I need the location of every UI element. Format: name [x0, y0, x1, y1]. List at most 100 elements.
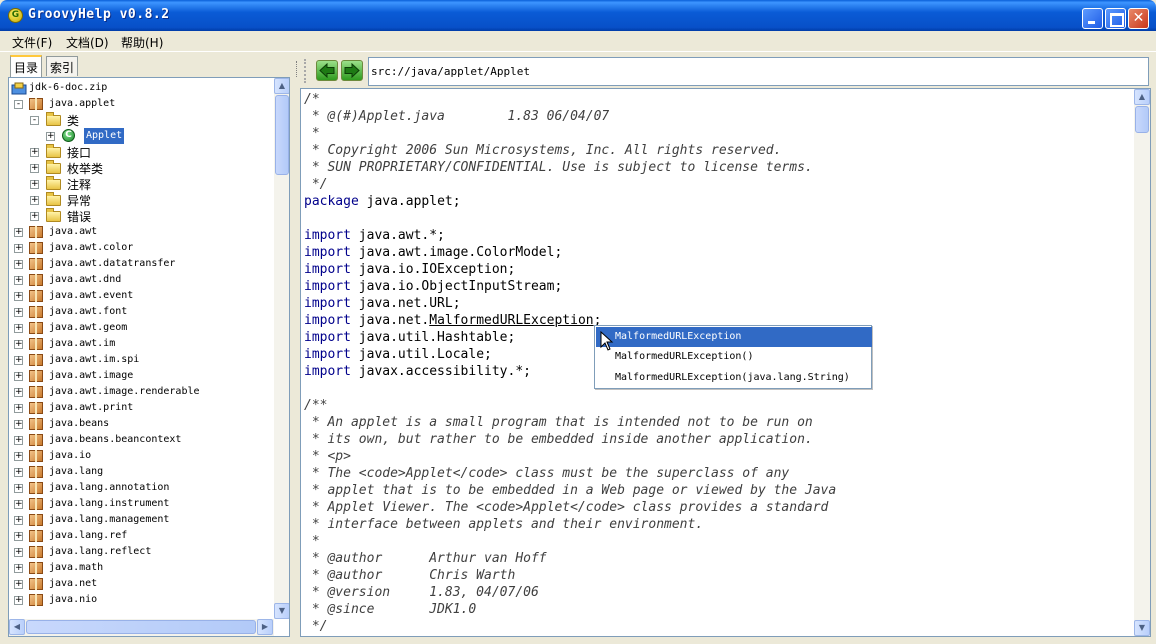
address-field[interactable]: src://java/applet/Applet: [368, 57, 1149, 86]
expand-icon[interactable]: +: [14, 532, 23, 541]
expand-icon[interactable]: +: [30, 148, 39, 157]
tree-package-java-applet[interactable]: - java.applet: [9, 96, 274, 112]
tree-vertical-scrollbar[interactable]: ▲ ▼: [274, 78, 289, 619]
expand-icon[interactable]: +: [46, 132, 55, 141]
expand-icon[interactable]: +: [14, 244, 23, 253]
scroll-left-button[interactable]: ◀: [9, 619, 25, 635]
tree-package[interactable]: + java.awt.dnd: [9, 272, 274, 288]
tree-package[interactable]: + java.awt.print: [9, 400, 274, 416]
expand-icon[interactable]: +: [14, 404, 23, 413]
tree-category[interactable]: + 接口: [9, 144, 274, 160]
expand-icon[interactable]: +: [14, 324, 23, 333]
tree-package[interactable]: + java.beans: [9, 416, 274, 432]
tree-package[interactable]: + java.lang.management: [9, 512, 274, 528]
tree-package[interactable]: + java.awt.geom: [9, 320, 274, 336]
back-button[interactable]: [316, 60, 338, 81]
title-bar[interactable]: G GroovyHelp v0.8.2 ✕: [0, 0, 1156, 31]
tree-package[interactable]: + java.beans.beancontext: [9, 432, 274, 448]
maximize-button[interactable]: [1105, 8, 1126, 29]
expand-icon[interactable]: +: [14, 356, 23, 365]
doc-tree[interactable]: jdk-6-doc.zip - java.applet - 类 + C Applet + 接口 + 枚…: [8, 77, 290, 637]
menu-document[interactable]: 文档(D): [66, 34, 109, 51]
tree-package[interactable]: + java.net: [9, 576, 274, 592]
tree-class-applet[interactable]: + C Applet: [9, 128, 274, 144]
tree-category[interactable]: -类: [9, 112, 274, 128]
tab-contents[interactable]: 目录: [10, 55, 43, 77]
tree-package[interactable]: + java.awt.image.renderable: [9, 384, 274, 400]
expand-icon[interactable]: +: [30, 164, 39, 173]
tree-package[interactable]: + java.math: [9, 560, 274, 576]
expand-icon[interactable]: +: [14, 340, 23, 349]
expand-icon[interactable]: +: [14, 276, 23, 285]
tree-package[interactable]: + java.awt.event: [9, 288, 274, 304]
tree-package[interactable]: + java.lang.annotation: [9, 480, 274, 496]
expand-icon[interactable]: +: [14, 548, 23, 557]
tree-package[interactable]: + java.awt.color: [9, 240, 274, 256]
tree-package[interactable]: + java.awt.im.spi: [9, 352, 274, 368]
tree-category[interactable]: + 注释: [9, 176, 274, 192]
collapse-icon[interactable]: -: [30, 116, 39, 125]
expand-icon[interactable]: +: [30, 212, 39, 221]
expand-icon[interactable]: +: [14, 452, 23, 461]
expand-icon[interactable]: +: [14, 580, 23, 589]
tree-category[interactable]: + 异常: [9, 192, 274, 208]
editor-scroll-up-button[interactable]: ▲: [1134, 89, 1150, 105]
menu-file[interactable]: 文件(F): [12, 34, 52, 51]
pane-splitter[interactable]: [296, 53, 299, 641]
tree-package[interactable]: + java.lang.instrument: [9, 496, 274, 512]
tree-package[interactable]: + java.awt: [9, 224, 274, 240]
expand-icon[interactable]: +: [14, 468, 23, 477]
completion-item[interactable]: MalformedURLException(): [596, 347, 872, 367]
code-keyword: import: [304, 347, 351, 362]
tree-package[interactable]: + java.awt.font: [9, 304, 274, 320]
expand-icon[interactable]: +: [14, 500, 23, 509]
expand-icon[interactable]: +: [14, 372, 23, 381]
expand-icon[interactable]: +: [30, 180, 39, 189]
expand-icon[interactable]: +: [14, 388, 23, 397]
code-link[interactable]: MalformedURLException: [429, 313, 593, 328]
collapse-icon[interactable]: -: [14, 100, 23, 109]
code-line: *: [304, 533, 836, 550]
window-title: GroovyHelp v0.8.2: [28, 7, 170, 22]
tree-package[interactable]: + java.io: [9, 448, 274, 464]
expand-icon[interactable]: +: [14, 596, 23, 605]
scroll-thumb[interactable]: [275, 95, 289, 175]
completion-item[interactable]: MalformedURLException: [596, 327, 872, 347]
expand-icon[interactable]: +: [14, 420, 23, 429]
menu-help[interactable]: 帮助(H): [121, 34, 163, 51]
hscroll-thumb[interactable]: [26, 620, 256, 634]
tree-package[interactable]: + java.awt.datatransfer: [9, 256, 274, 272]
completion-item[interactable]: MalformedURLException(java.lang.String): [596, 368, 872, 388]
tree-package[interactable]: + java.lang.ref: [9, 528, 274, 544]
tree-package[interactable]: + java.awt.image: [9, 368, 274, 384]
tree-horizontal-scrollbar[interactable]: ◀ ▶: [9, 619, 274, 636]
expand-icon[interactable]: +: [14, 564, 23, 573]
expand-icon[interactable]: +: [30, 196, 39, 205]
expand-icon[interactable]: +: [14, 260, 23, 269]
scroll-up-button[interactable]: ▲: [274, 78, 289, 94]
tree-package[interactable]: + java.lang.reflect: [9, 544, 274, 560]
close-button[interactable]: ✕: [1128, 8, 1149, 29]
editor-scroll-thumb[interactable]: [1135, 106, 1149, 133]
expand-icon[interactable]: +: [14, 308, 23, 317]
editor-vertical-scrollbar[interactable]: ▲ ▼: [1134, 89, 1150, 636]
expand-icon[interactable]: +: [14, 228, 23, 237]
tree-package[interactable]: + java.awt.im: [9, 336, 274, 352]
scroll-down-button[interactable]: ▼: [274, 603, 289, 619]
tree-category[interactable]: + 枚举类: [9, 160, 274, 176]
toolbar-grip[interactable]: [304, 59, 307, 83]
expand-icon[interactable]: +: [14, 516, 23, 525]
tree-root[interactable]: jdk-6-doc.zip: [9, 80, 274, 96]
editor-scroll-down-button[interactable]: ▼: [1134, 620, 1150, 636]
tree-category[interactable]: + 错误: [9, 208, 274, 224]
expand-icon[interactable]: +: [14, 436, 23, 445]
scroll-right-button[interactable]: ▶: [257, 619, 273, 635]
forward-button[interactable]: [341, 60, 363, 81]
expand-icon[interactable]: +: [14, 484, 23, 493]
tree-package[interactable]: + java.lang: [9, 464, 274, 480]
minimize-button[interactable]: [1082, 8, 1103, 29]
expand-icon[interactable]: +: [14, 292, 23, 301]
tab-index[interactable]: 索引: [46, 56, 79, 76]
tree-package[interactable]: + java.nio: [9, 592, 274, 608]
